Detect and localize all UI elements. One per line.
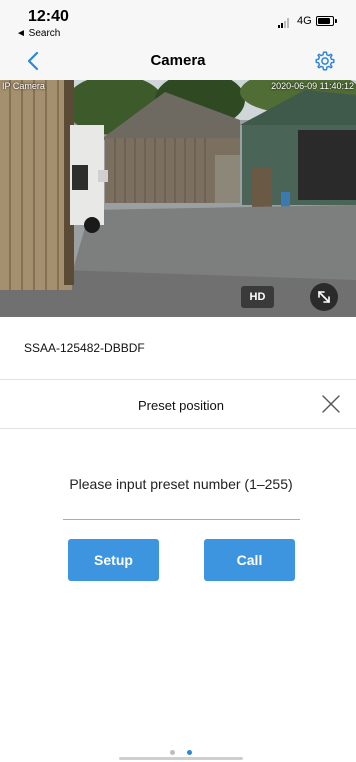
expand-icon [318, 291, 330, 303]
close-button[interactable] [320, 393, 342, 415]
battery-icon [316, 16, 334, 26]
camera-timestamp: 2020-06-09 11:40:12 [271, 81, 354, 91]
signal-strength-icon [278, 18, 292, 28]
close-icon [322, 395, 340, 413]
page-indicator [170, 750, 194, 756]
camera-live-view[interactable]: IP Camera 2020-06-09 11:40:12 [0, 80, 356, 317]
status-bar: 12:40 ◄ Search 4G [0, 0, 356, 42]
back-to-search-link[interactable]: ◄ Search [16, 28, 60, 39]
page-dot-2[interactable] [187, 750, 192, 755]
device-id: SSAA-125482-DBBDF [24, 341, 145, 355]
camera-scene [0, 80, 356, 317]
preset-prompt: Please input preset number (1–255) [69, 476, 293, 492]
divider [0, 379, 356, 380]
preset-number-input[interactable] [63, 502, 300, 520]
setup-button[interactable]: Setup [68, 539, 159, 581]
fullscreen-button[interactable] [310, 283, 338, 311]
camera-label: IP Camera [2, 81, 45, 91]
page-dot-1[interactable] [170, 750, 175, 755]
call-button[interactable]: Call [204, 539, 295, 581]
network-type: 4G [297, 15, 312, 27]
settings-button[interactable] [314, 50, 336, 72]
divider [0, 428, 356, 429]
home-indicator [119, 757, 243, 760]
gear-icon [315, 51, 335, 71]
preset-panel-title: Preset position [138, 398, 224, 413]
nav-bar: Camera [0, 42, 356, 80]
page-title: Camera [150, 52, 206, 69]
hd-quality-button[interactable]: HD [241, 286, 274, 308]
status-time: 12:40 [28, 8, 69, 25]
battery-tip [335, 19, 337, 23]
